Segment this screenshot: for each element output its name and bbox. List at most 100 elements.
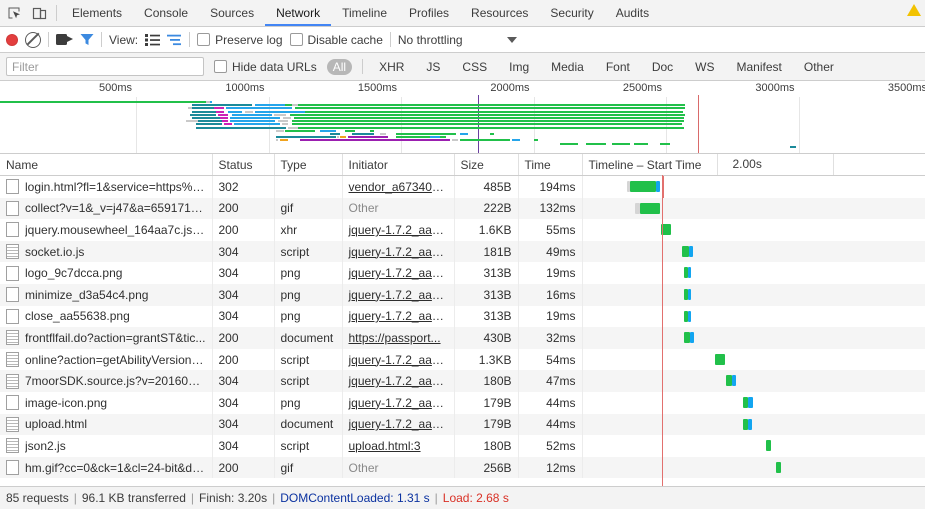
cell-name[interactable]: 7moorSDK.source.js?v=2016090...	[0, 370, 212, 392]
type-filter-manifest[interactable]: Manifest	[731, 59, 788, 75]
checkbox-box[interactable]	[197, 33, 210, 46]
type-filter-other[interactable]: Other	[798, 59, 840, 75]
list-view-icon[interactable]	[145, 34, 160, 46]
column-header-initiator[interactable]: Initiator	[342, 154, 454, 176]
type-filter-css[interactable]: CSS	[456, 59, 493, 75]
hide-data-urls-checkbox[interactable]: Hide data URLs	[214, 60, 317, 74]
device-toolbar-icon[interactable]	[31, 5, 48, 22]
cell-name[interactable]: online?action=getAbilityVersion&...	[0, 349, 212, 371]
tab-audits[interactable]: Audits	[605, 1, 660, 26]
checkbox-box[interactable]	[290, 33, 303, 46]
cell-timeline[interactable]	[582, 306, 925, 328]
column-header-type[interactable]: Type	[274, 154, 342, 176]
cell-initiator[interactable]: jquery-1.7.2_aa7...	[342, 262, 454, 284]
cell-timeline[interactable]	[582, 435, 925, 457]
tab-console[interactable]: Console	[133, 1, 199, 26]
cell-name[interactable]: image-icon.png	[0, 392, 212, 414]
type-filter-font[interactable]: Font	[600, 59, 636, 75]
table-row[interactable]: online?action=getAbilityVersion&...200sc…	[0, 349, 925, 371]
initiator-link[interactable]: jquery-1.7.2_aa7...	[349, 288, 449, 302]
initiator-link[interactable]: jquery-1.7.2_aa7...	[349, 309, 449, 323]
table-row[interactable]: frontflfail.do?action=grantST&tic...200d…	[0, 327, 925, 349]
cell-initiator[interactable]: jquery-1.7.2_aa7...	[342, 306, 454, 328]
column-header-timeline[interactable]: Timeline – Start Time 2.00s	[582, 154, 925, 176]
cell-timeline[interactable]	[582, 284, 925, 306]
cell-name[interactable]: frontflfail.do?action=grantST&tic...	[0, 327, 212, 349]
table-row[interactable]: socket.io.js304scriptjquery-1.7.2_aa7...…	[0, 241, 925, 263]
tab-security[interactable]: Security	[539, 1, 604, 26]
type-filter-img[interactable]: Img	[503, 59, 535, 75]
cell-initiator[interactable]: vendor_a673406...	[342, 176, 454, 198]
cell-timeline[interactable]	[582, 349, 925, 371]
network-overview-graph[interactable]: 500ms1000ms1500ms2000ms2500ms3000ms3500m…	[0, 81, 925, 154]
cell-initiator[interactable]: Other	[342, 198, 454, 220]
column-header-size[interactable]: Size	[454, 154, 518, 176]
initiator-link[interactable]: jquery-1.7.2_aa7...	[349, 417, 449, 431]
initiator-link[interactable]: jquery-1.7.2_aa7...	[349, 266, 449, 280]
column-header-name[interactable]: Name	[0, 154, 212, 176]
tab-sources[interactable]: Sources	[199, 1, 265, 26]
type-filter-all[interactable]: All	[327, 59, 352, 75]
table-row[interactable]: hm.gif?cc=0&ck=1&cl=24-bit&ds...200gifOt…	[0, 457, 925, 479]
table-row[interactable]: login.html?fl=1&service=https%3...302ven…	[0, 176, 925, 198]
cell-initiator[interactable]: https://passport...	[342, 327, 454, 349]
cell-initiator[interactable]: upload.html:3	[342, 435, 454, 457]
cell-timeline[interactable]	[582, 262, 925, 284]
initiator-link[interactable]: jquery-1.7.2_aa7...	[349, 374, 449, 388]
cell-name[interactable]: hm.gif?cc=0&ck=1&cl=24-bit&ds...	[0, 457, 212, 479]
cell-initiator[interactable]: jquery-1.7.2_aa7...	[342, 284, 454, 306]
cell-timeline[interactable]	[582, 176, 925, 198]
cell-initiator[interactable]: jquery-1.7.2_aa7...	[342, 370, 454, 392]
type-filter-doc[interactable]: Doc	[646, 59, 679, 75]
initiator-link[interactable]: upload.html:3	[349, 439, 421, 453]
table-row[interactable]: logo_9c7dcca.png304pngjquery-1.7.2_aa7..…	[0, 262, 925, 284]
cell-name[interactable]: jquery.mousewheel_164aa7c.js?...	[0, 219, 212, 241]
table-row[interactable]: jquery.mousewheel_164aa7c.js?...200xhrjq…	[0, 219, 925, 241]
initiator-link[interactable]: jquery-1.7.2_aa7...	[349, 245, 449, 259]
cell-timeline[interactable]	[582, 219, 925, 241]
initiator-link[interactable]: https://passport...	[349, 331, 441, 345]
column-header-status[interactable]: Status	[212, 154, 274, 176]
cell-timeline[interactable]	[582, 327, 925, 349]
throttling-select[interactable]: No throttling	[398, 33, 517, 47]
inspect-cursor-icon[interactable]	[6, 5, 23, 22]
cell-initiator[interactable]: Other	[342, 457, 454, 479]
initiator-link[interactable]: jquery-1.7.2_aa7...	[349, 223, 449, 237]
cell-timeline[interactable]	[582, 392, 925, 414]
cell-timeline[interactable]	[582, 414, 925, 436]
cell-initiator[interactable]: jquery-1.7.2_aa7...	[342, 219, 454, 241]
table-row[interactable]: upload.html304documentjquery-1.7.2_aa7..…	[0, 414, 925, 436]
cell-name[interactable]: upload.html	[0, 414, 212, 436]
cell-initiator[interactable]: jquery-1.7.2_aa7...	[342, 349, 454, 371]
cell-timeline[interactable]	[582, 370, 925, 392]
preserve-log-checkbox[interactable]: Preserve log	[197, 33, 282, 47]
table-row[interactable]: image-icon.png304pngjquery-1.7.2_aa7...1…	[0, 392, 925, 414]
cell-name[interactable]: close_aa55638.png	[0, 306, 212, 328]
cell-name[interactable]: json2.js	[0, 435, 212, 457]
type-filter-js[interactable]: JS	[420, 59, 446, 75]
disable-cache-checkbox[interactable]: Disable cache	[290, 33, 383, 47]
cell-timeline[interactable]	[582, 457, 925, 479]
initiator-link[interactable]: vendor_a673406...	[349, 180, 449, 194]
cell-initiator[interactable]: jquery-1.7.2_aa7...	[342, 414, 454, 436]
camera-icon[interactable]	[56, 34, 73, 45]
tab-profiles[interactable]: Profiles	[398, 1, 460, 26]
table-row[interactable]: close_aa55638.png304pngjquery-1.7.2_aa7.…	[0, 306, 925, 328]
cell-initiator[interactable]: jquery-1.7.2_aa7...	[342, 392, 454, 414]
warning-triangle-icon[interactable]	[907, 4, 921, 16]
tab-resources[interactable]: Resources	[460, 1, 539, 26]
record-button-icon[interactable]	[6, 34, 18, 46]
cell-timeline[interactable]	[582, 241, 925, 263]
table-row[interactable]: minimize_d3a54c4.png304pngjquery-1.7.2_a…	[0, 284, 925, 306]
chevron-down-icon[interactable]	[507, 37, 517, 43]
tab-network[interactable]: Network	[265, 1, 331, 26]
table-row[interactable]: collect?v=1&_v=j47&a=6591717...200gifOth…	[0, 198, 925, 220]
tab-timeline[interactable]: Timeline	[331, 1, 398, 26]
cell-name[interactable]: logo_9c7dcca.png	[0, 262, 212, 284]
type-filter-media[interactable]: Media	[545, 59, 590, 75]
checkbox-box[interactable]	[214, 60, 227, 73]
tab-elements[interactable]: Elements	[61, 1, 133, 26]
table-row[interactable]: 7moorSDK.source.js?v=2016090...304script…	[0, 370, 925, 392]
column-header-time[interactable]: Time	[518, 154, 582, 176]
initiator-link[interactable]: jquery-1.7.2_aa7...	[349, 396, 449, 410]
